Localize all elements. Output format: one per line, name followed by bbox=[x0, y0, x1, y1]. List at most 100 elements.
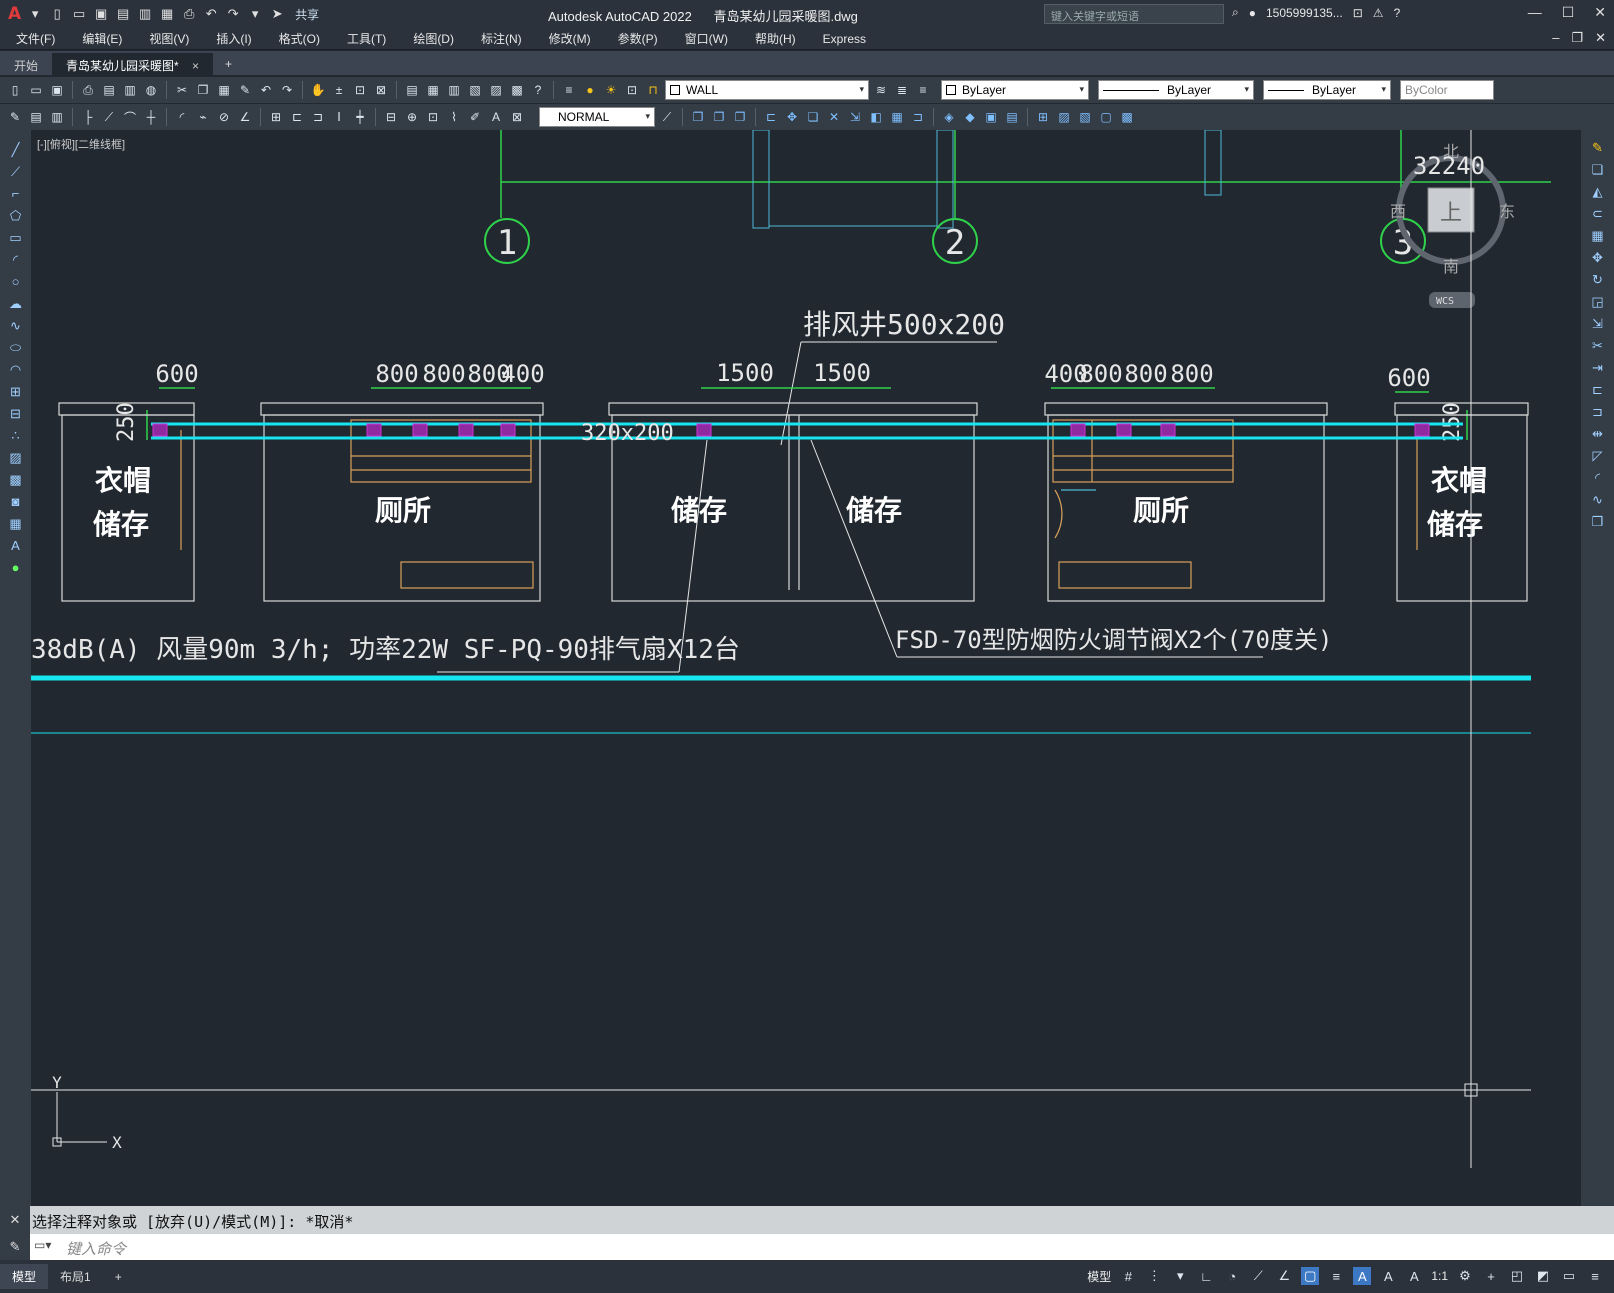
menu-edit[interactable]: 编辑(E) bbox=[82, 30, 122, 47]
polar-icon[interactable]: ◔ bbox=[1223, 1267, 1241, 1285]
object-snap-tracking-icon[interactable]: ∠ bbox=[1275, 1267, 1293, 1285]
offset-icon[interactable]: ⊂ bbox=[1588, 204, 1608, 223]
properties-icon[interactable]: ▤ bbox=[403, 81, 421, 99]
break-icon[interactable]: ┿ bbox=[351, 108, 369, 126]
annotation-scale-value[interactable]: 1:1 bbox=[1431, 1269, 1448, 1283]
tool-palette-icon[interactable]: ▥ bbox=[445, 81, 463, 99]
plot-icon[interactable]: ⎙ bbox=[79, 81, 97, 99]
globe-icon[interactable]: ◍ bbox=[142, 81, 160, 99]
erase-icon[interactable]: ✎ bbox=[1588, 138, 1608, 157]
quick-dim-icon[interactable]: ⊞ bbox=[267, 108, 285, 126]
menu-help[interactable]: 帮助(H) bbox=[755, 30, 796, 47]
copy-icon[interactable]: ❐ bbox=[194, 81, 212, 99]
object-snap-icon[interactable]: ▢ bbox=[1301, 1267, 1320, 1285]
jogged-linear-icon[interactable]: ⌇ bbox=[445, 108, 463, 126]
help-icon[interactable]: ? bbox=[1394, 6, 1401, 20]
gear-icon[interactable]: ⚙ bbox=[1456, 1267, 1474, 1285]
dim-text-edit-icon[interactable]: ✐ bbox=[466, 108, 484, 126]
doc-minimize-icon[interactable]: – bbox=[1552, 30, 1559, 46]
undo-icon[interactable]: ↶ bbox=[257, 81, 275, 99]
rectangle-icon[interactable]: ▭ bbox=[6, 228, 26, 247]
preview-icon[interactable]: ▤ bbox=[100, 81, 118, 99]
array-icon[interactable]: ▦ bbox=[1588, 226, 1608, 245]
plus-icon[interactable]: + bbox=[1482, 1267, 1500, 1285]
baseline-icon[interactable]: ⊏ bbox=[288, 108, 306, 126]
publish-icon[interactable]: ▥ bbox=[121, 81, 139, 99]
auto-scale-icon[interactable]: A bbox=[1379, 1267, 1397, 1285]
zoom-realtime-icon[interactable]: ± bbox=[330, 81, 348, 99]
publish-icon[interactable]: ▥ bbox=[137, 6, 153, 22]
add-layout-button[interactable]: + bbox=[103, 1266, 134, 1288]
menu-tools[interactable]: 工具(T) bbox=[347, 30, 386, 47]
doc-restore-icon[interactable]: ❐ bbox=[1571, 30, 1583, 46]
copy-icon[interactable]: ❏ bbox=[1588, 160, 1608, 179]
mirror-icon[interactable]: ◧ bbox=[867, 108, 885, 126]
print-icon[interactable]: ⎙ bbox=[181, 6, 197, 22]
menu-format[interactable]: 格式(O) bbox=[279, 30, 320, 47]
wrench-icon[interactable]: ✎ bbox=[10, 1239, 21, 1255]
move-icon[interactable]: ✥ bbox=[783, 108, 801, 126]
sun-icon[interactable]: ☀ bbox=[602, 81, 620, 99]
align-icon[interactable]: ⊏ bbox=[762, 108, 780, 126]
line-icon[interactable]: ╱ bbox=[6, 140, 26, 159]
linetype-dropdown[interactable]: ByLayer ▾ bbox=[1098, 80, 1254, 100]
dim-override-icon[interactable]: ⊠ bbox=[508, 108, 526, 126]
match-prop-icon[interactable]: ✎ bbox=[236, 81, 254, 99]
menu-caret-icon[interactable]: ▾ bbox=[27, 6, 43, 22]
command-options-icon[interactable]: ▭▾ bbox=[34, 1238, 51, 1252]
layer-previous-icon[interactable]: ≣ bbox=[893, 81, 911, 99]
ungroup-icon[interactable]: ❐ bbox=[710, 108, 728, 126]
new-file-icon[interactable]: ▯ bbox=[49, 6, 65, 22]
diameter-icon[interactable]: ⊘ bbox=[215, 108, 233, 126]
menu-express[interactable]: Express bbox=[823, 32, 866, 46]
annotation-scale-icon[interactable]: A bbox=[1405, 1267, 1423, 1285]
ordinate-icon[interactable]: ┼ bbox=[142, 108, 160, 126]
insert-block-icon[interactable]: ⊞ bbox=[6, 382, 26, 401]
hardware-acceleration-icon[interactable]: ◩ bbox=[1534, 1267, 1552, 1285]
annotation-visibility-icon[interactable]: A bbox=[1353, 1267, 1372, 1285]
redo-icon[interactable]: ↷ bbox=[278, 81, 296, 99]
layout-tab-layout1[interactable]: 布局1 bbox=[48, 1264, 103, 1289]
extend-icon[interactable]: ⇥ bbox=[1588, 358, 1608, 377]
blend-icon[interactable]: ∿ bbox=[1588, 490, 1608, 509]
save-icon[interactable]: ▣ bbox=[93, 6, 109, 22]
minimize-icon[interactable]: — bbox=[1528, 4, 1542, 21]
block-edit-icon[interactable]: ◆ bbox=[961, 108, 979, 126]
group-edit-icon[interactable]: ❐ bbox=[731, 108, 749, 126]
region-icon[interactable]: ◙ bbox=[6, 492, 26, 511]
search-icon[interactable]: ⌕ bbox=[1232, 5, 1239, 20]
polyline-icon[interactable]: ⌐ bbox=[6, 184, 26, 203]
close-icon[interactable]: ✕ bbox=[1594, 4, 1606, 21]
break-icon[interactable]: ⊐ bbox=[1588, 402, 1608, 421]
chamfer-icon[interactable]: ◸ bbox=[1588, 446, 1608, 465]
erase-icon[interactable]: ✕ bbox=[825, 108, 843, 126]
layout-tab-model[interactable]: 模型 bbox=[0, 1264, 49, 1289]
design-center-icon[interactable]: ▦ bbox=[424, 81, 442, 99]
customize-icon[interactable]: ≡ bbox=[1586, 1267, 1604, 1285]
layer-properties-icon[interactable]: ≡ bbox=[560, 81, 578, 99]
menu-view[interactable]: 视图(V) bbox=[149, 30, 189, 47]
jogged-icon[interactable]: ⌁ bbox=[194, 108, 212, 126]
calculator-icon[interactable]: ▩ bbox=[508, 81, 526, 99]
open-file-icon[interactable]: ▭ bbox=[71, 6, 87, 22]
drawing-canvas[interactable]: [-][俯视][二维线框] 1 2 3 上 北 南 东 西 WCS 32240 … bbox=[31, 130, 1581, 1206]
paste-icon[interactable]: ▦ bbox=[215, 81, 233, 99]
radius-icon[interactable]: ◜ bbox=[173, 108, 191, 126]
tab-close-icon[interactable]: × bbox=[192, 59, 199, 73]
close-icon[interactable]: ✕ bbox=[10, 1212, 21, 1228]
autocad-logo-icon[interactable]: A bbox=[8, 4, 21, 24]
dim-text-align-icon[interactable]: A bbox=[487, 108, 505, 126]
move-icon[interactable]: ✥ bbox=[1588, 248, 1608, 267]
save-as-icon[interactable]: ▤ bbox=[115, 6, 131, 22]
menu-dimension[interactable]: 标注(N) bbox=[481, 30, 522, 47]
break-point-icon[interactable]: ⊏ bbox=[1588, 380, 1608, 399]
hatch-icon[interactable]: ▨ bbox=[6, 448, 26, 467]
share-label[interactable]: 共享 bbox=[295, 6, 319, 23]
menu-file[interactable]: 文件(F) bbox=[16, 30, 55, 47]
mirror-icon[interactable]: ◭ bbox=[1588, 182, 1608, 201]
arc-length-icon[interactable]: ⌒ bbox=[121, 108, 139, 126]
array-icon[interactable]: ▦ bbox=[888, 108, 906, 126]
revision-cloud-icon[interactable]: ☁ bbox=[6, 294, 26, 313]
clip-icon[interactable]: ▧ bbox=[1076, 108, 1094, 126]
offset-icon[interactable]: ⊐ bbox=[909, 108, 927, 126]
